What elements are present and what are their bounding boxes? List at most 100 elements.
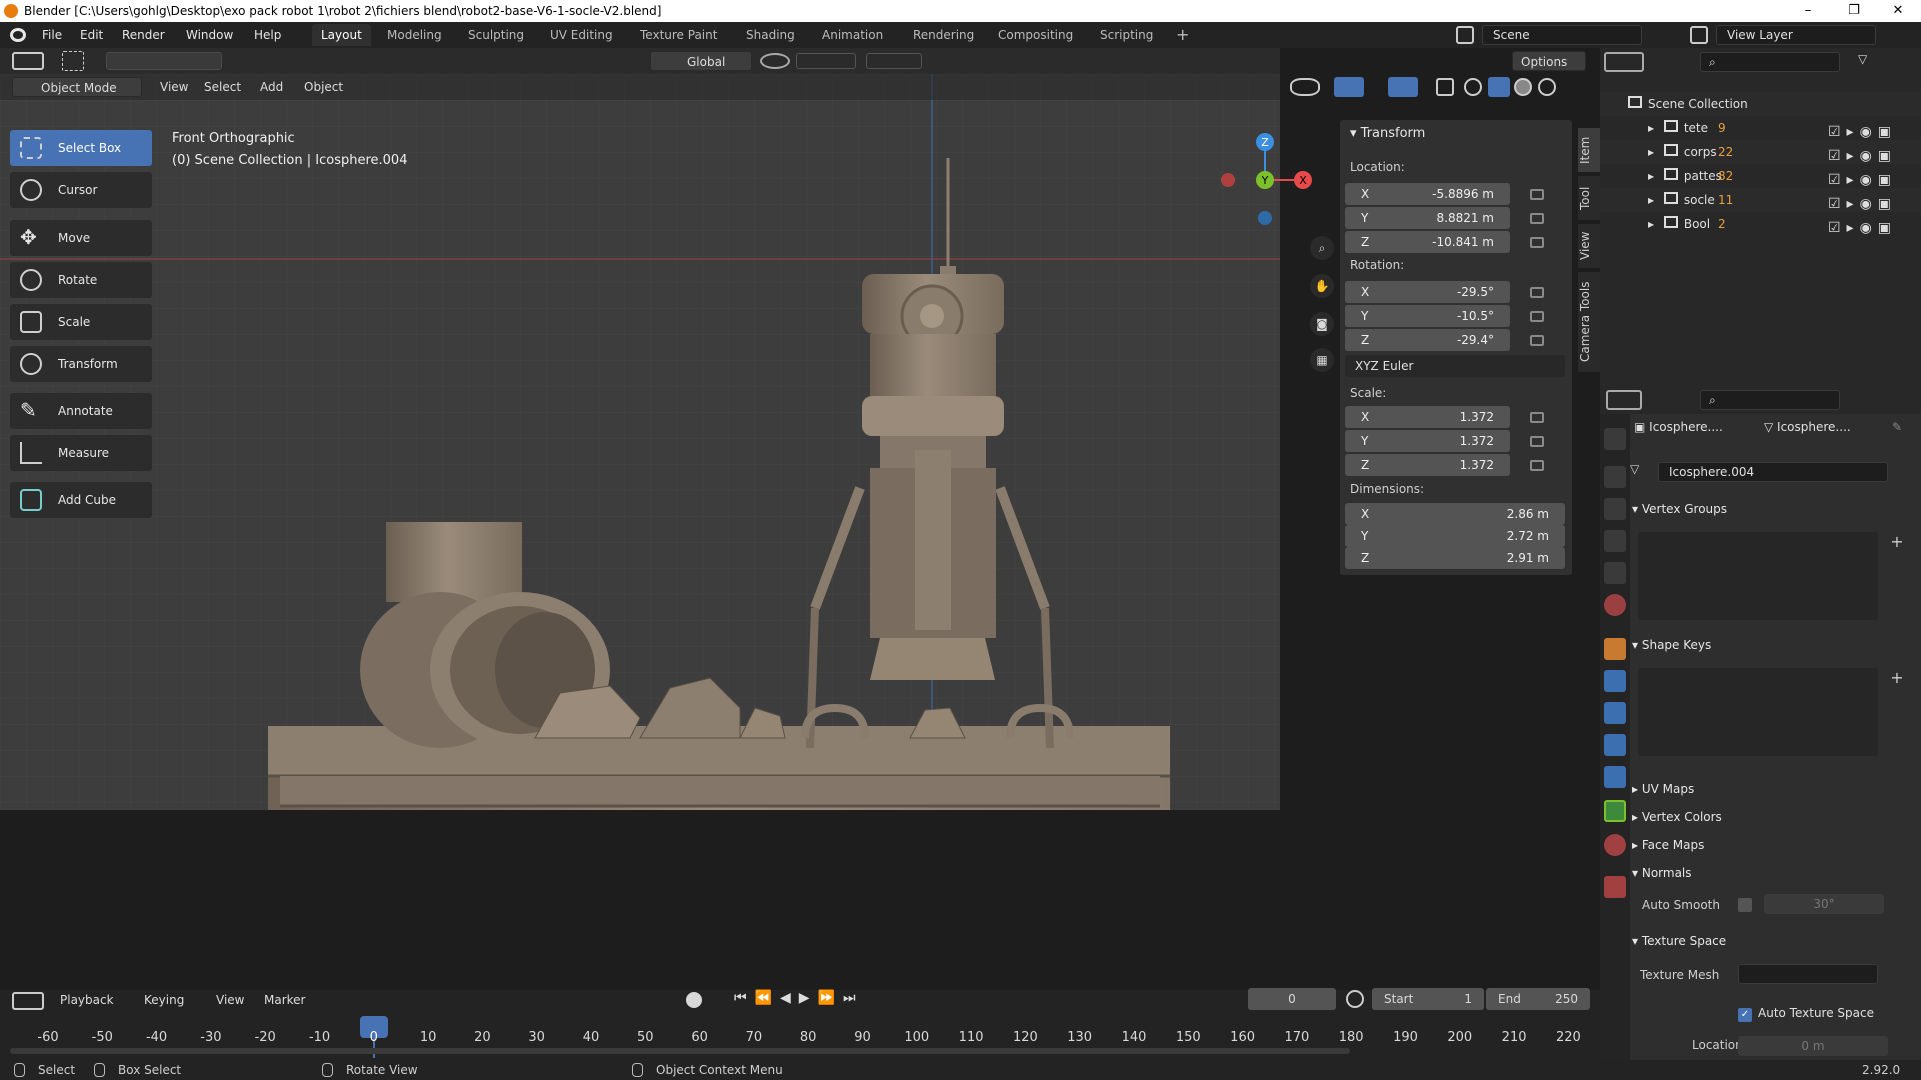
scale-x-field[interactable]: X 1.372 [1345, 406, 1510, 428]
properties-editor-icon[interactable] [1606, 390, 1642, 410]
close-button[interactable]: ✕ [1875, 0, 1921, 22]
add-shape-key-button[interactable]: + [1886, 668, 1908, 690]
add-vertex-group-button[interactable]: + [1886, 532, 1908, 554]
tab-sculpting[interactable]: Sculpting [459, 24, 533, 46]
proportional-edit-icon[interactable] [866, 53, 922, 69]
section-face-maps[interactable]: ▸ Face Maps [1632, 832, 1704, 858]
view-layer-properties-icon[interactable] [1604, 530, 1626, 552]
menu-help[interactable]: Help [246, 22, 289, 48]
scale-y-field[interactable]: Y 1.372 [1345, 430, 1510, 452]
outliner-editor-icon[interactable] [1604, 52, 1644, 72]
timeline-scrollbar[interactable] [10, 1048, 1350, 1054]
world-properties-icon[interactable] [1604, 594, 1626, 616]
snap-toggle-icon[interactable] [796, 53, 856, 69]
viewport-menu-select[interactable]: Select [196, 77, 249, 97]
vertex-groups-list[interactable] [1638, 532, 1878, 620]
auto-smooth-angle-field[interactable]: 30° [1764, 894, 1884, 914]
viewport-menu-object[interactable]: Object [296, 77, 351, 97]
section-uv-maps[interactable]: ▸ UV Maps [1632, 776, 1694, 802]
rotation-z-field[interactable]: Z -29.4° [1345, 329, 1510, 351]
rotation-y-field[interactable]: Y -10.5° [1345, 305, 1510, 327]
timeline-menu-keying[interactable]: Keying [136, 990, 192, 1010]
solid-shading-icon[interactable] [1488, 77, 1510, 97]
options-dropdown[interactable]: Options [1512, 51, 1586, 71]
texture-properties-icon[interactable] [1604, 876, 1626, 898]
mesh-name-field[interactable]: Icosphere.004 [1658, 462, 1888, 482]
pan-hand-icon[interactable]: ✋ [1310, 274, 1334, 298]
physics-properties-icon[interactable] [1604, 734, 1626, 756]
viewport-menu-add[interactable]: Add [252, 77, 291, 97]
location-x-prop-field[interactable]: 0 m [1738, 1036, 1888, 1056]
lock-icon[interactable] [1530, 460, 1544, 471]
timeline-menu-playback[interactable]: Playback [52, 990, 122, 1010]
select-mode-buttons[interactable] [106, 52, 222, 70]
sidebar-tab-camera-tools[interactable]: Camera Tools [1578, 272, 1600, 372]
tab-modeling[interactable]: Modeling [378, 24, 451, 46]
transform-panel-header[interactable]: ▾ Transform [1350, 126, 1425, 141]
outliner-root[interactable]: Scene Collection [1600, 92, 1921, 116]
tool-properties-icon[interactable] [1604, 428, 1626, 450]
modifier-properties-icon[interactable] [1604, 670, 1626, 692]
tool-measure[interactable]: Measure [10, 435, 152, 471]
section-vertex-groups[interactable]: ▾ Vertex Groups [1632, 496, 1727, 522]
transform-orientation-dropdown[interactable]: Global [650, 51, 752, 71]
view-layer-icon[interactable] [1690, 26, 1708, 44]
tab-scripting[interactable]: Scripting [1091, 24, 1162, 46]
lock-icon[interactable] [1530, 189, 1544, 200]
blender-menu-icon[interactable] [10, 28, 26, 42]
lock-icon[interactable] [1530, 237, 1544, 248]
scale-z-field[interactable]: Z 1.372 [1345, 454, 1510, 476]
tool-transform[interactable]: Transform [10, 346, 152, 382]
view-layer-field[interactable]: View Layer [1716, 25, 1876, 45]
sidebar-tab-item[interactable]: Item [1578, 128, 1600, 172]
sidebar-tab-tool[interactable]: Tool [1578, 176, 1600, 220]
editor-type-icon[interactable] [12, 52, 44, 70]
gizmo-toggle-icon[interactable] [1334, 77, 1364, 97]
lock-icon[interactable] [1530, 335, 1544, 346]
lock-icon[interactable] [1530, 213, 1544, 224]
tab-layout[interactable]: Layout [312, 24, 371, 46]
section-normals[interactable]: ▾ Normals [1632, 860, 1692, 886]
tab-rendering[interactable]: Rendering [904, 24, 983, 46]
sidebar-tab-view[interactable]: View [1578, 224, 1600, 268]
tab-animation[interactable]: Animation [813, 24, 892, 46]
auto-smooth-checkbox[interactable] [1738, 898, 1752, 912]
xray-toggle-icon[interactable] [1436, 78, 1454, 96]
start-frame-field[interactable]: Start 1 [1372, 988, 1484, 1010]
wireframe-shading-icon[interactable] [1464, 78, 1482, 96]
location-z-field[interactable]: Z -10.841 m [1345, 231, 1510, 253]
lock-icon[interactable] [1530, 436, 1544, 447]
mesh-data-properties-icon[interactable] [1604, 800, 1626, 822]
pin-icon[interactable]: ✎ [1892, 420, 1902, 434]
material-properties-icon[interactable] [1604, 834, 1626, 856]
timeline-menu-view[interactable]: View [208, 990, 252, 1010]
playback-controls[interactable]: ⏮⏪◀▶⏩⏭ [734, 990, 874, 1010]
viewport-menu-view[interactable]: View [152, 77, 196, 97]
menu-render[interactable]: Render [114, 22, 173, 48]
tool-move[interactable]: ✥ Move [10, 220, 152, 256]
lock-icon[interactable] [1530, 311, 1544, 322]
record-icon[interactable] [686, 992, 702, 1008]
rotation-x-field[interactable]: X -29.5° [1345, 281, 1510, 303]
filter-icon[interactable]: ▽ [1858, 52, 1888, 72]
add-workspace-button[interactable]: + [1167, 24, 1198, 46]
tool-annotate[interactable]: ✎ Annotate [10, 393, 152, 429]
dimensions-x-field[interactable]: X 2.86 m [1345, 503, 1565, 525]
tool-cursor[interactable]: Cursor [10, 172, 152, 208]
navigation-gizmo[interactable]: Z Y X [1210, 130, 1320, 230]
menu-window[interactable]: Window [178, 22, 241, 48]
menu-file[interactable]: File [34, 22, 70, 48]
section-vertex-colors[interactable]: ▸ Vertex Colors [1632, 804, 1722, 830]
current-frame-field[interactable]: 0 [1248, 988, 1336, 1010]
location-y-field[interactable]: Y 8.8821 m [1345, 207, 1510, 229]
dimensions-z-field[interactable]: Z 2.91 m [1345, 547, 1565, 569]
object-properties-icon[interactable] [1604, 638, 1626, 660]
tool-add-cube[interactable]: Add Cube [10, 482, 152, 518]
outliner-visibility-toggles[interactable]: ☑▸◉▣ ☑▸◉▣ ☑▸◉▣ ☑▸◉▣ ☑▸◉▣ [1828, 120, 1912, 236]
output-properties-icon[interactable] [1604, 498, 1626, 520]
dimensions-y-field[interactable]: Y 2.72 m [1345, 525, 1565, 547]
section-texture-space[interactable]: ▾ Texture Space [1632, 928, 1726, 954]
object-mode-dropdown[interactable]: Object Mode [12, 77, 142, 97]
constraint-properties-icon[interactable] [1604, 766, 1626, 788]
outliner-search-input[interactable]: ⌕ [1700, 52, 1840, 72]
